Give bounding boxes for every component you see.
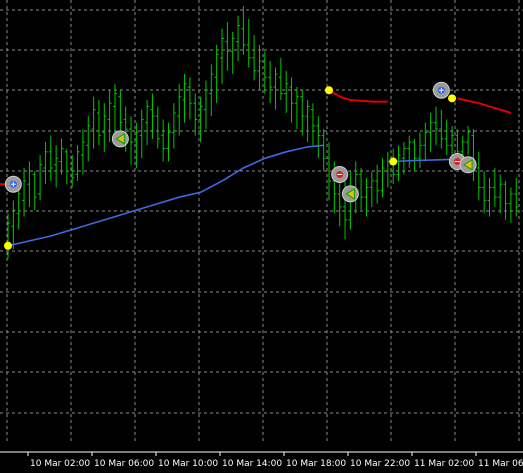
yellow-dot-marker <box>325 86 333 95</box>
x-tick-label: 10 Mar 10:00 <box>158 459 218 469</box>
yellow-dot-marker <box>4 241 12 250</box>
chart-area: 10 Mar 02:00 10 Mar 06:00 10 Mar 10:00 10 M… <box>0 0 523 473</box>
x-tick-label: 11 Mar 06:00 <box>478 459 523 469</box>
x-tick-label: 10 Mar 18:00 <box>286 459 346 469</box>
x-tick-label: 11 Mar 02:00 <box>414 459 474 469</box>
yellow-dot-marker <box>448 94 457 103</box>
x-tick-label: 10 Mar 02:00 <box>30 459 90 469</box>
x-tick-label: 10 Mar 06:00 <box>94 459 154 469</box>
price-chart: 10 Mar 02:00 10 Mar 06:00 10 Mar 10:00 10 M… <box>0 0 523 473</box>
chart-background <box>0 0 523 473</box>
yellow-dot-marker <box>389 157 398 166</box>
x-tick-label: 10 Mar 22:00 <box>350 459 410 469</box>
x-tick-label: 10 Mar 14:00 <box>222 459 282 469</box>
